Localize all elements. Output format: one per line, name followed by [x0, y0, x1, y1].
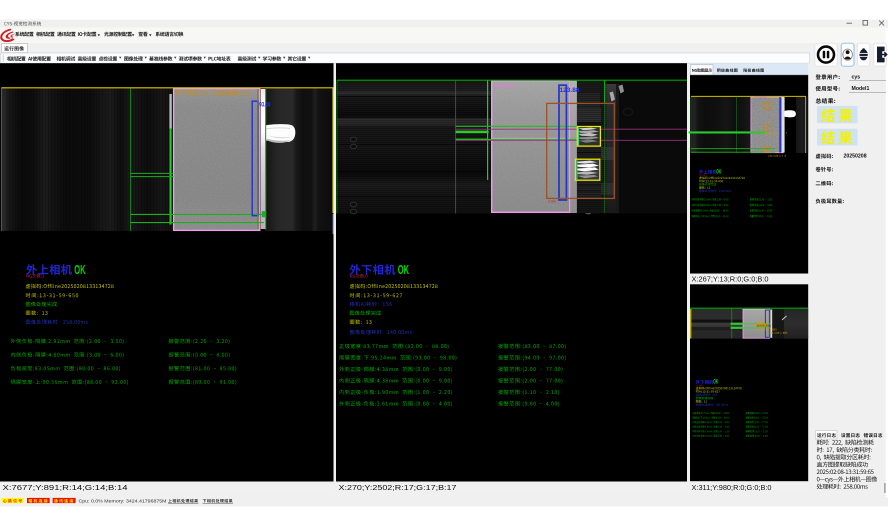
svg-text:Cpu: 0.0% Memory: 3424.4179687: Cpu: 0.0% Memory: 3424.41796875M	[79, 498, 167, 503]
svg-text:93.48: 93.48	[259, 102, 270, 108]
svg-text:123.88: 123.88	[560, 87, 581, 94]
svg-text:20250208: 20250208	[844, 154, 867, 160]
svg-text:OK: OK	[398, 262, 410, 277]
svg-text:cys: cys	[852, 75, 861, 81]
svg-text:OK: OK	[716, 169, 721, 175]
svg-text:X:7677;Y:891;R:14;G:14;B:14: X:7677;Y:891;R:14;G:14;B:14	[3, 483, 128, 492]
svg-text:OK: OK	[74, 262, 86, 277]
svg-text:OK: OK	[713, 380, 718, 386]
svg-text:X:267;Y:13;R:0;G:0;B:0: X:267;Y:13;R:0;G:0;B:0	[692, 275, 769, 284]
svg-text:Model1: Model1	[852, 86, 870, 92]
svg-text:X:270;Y:2502;R:17;G:17;B:17: X:270;Y:2502;R:17;G:17;B:17	[339, 483, 457, 492]
svg-text:X:311;Y:980;R:0;G:0;B:0: X:311;Y:980;R:0;G:0;B:0	[692, 483, 772, 492]
